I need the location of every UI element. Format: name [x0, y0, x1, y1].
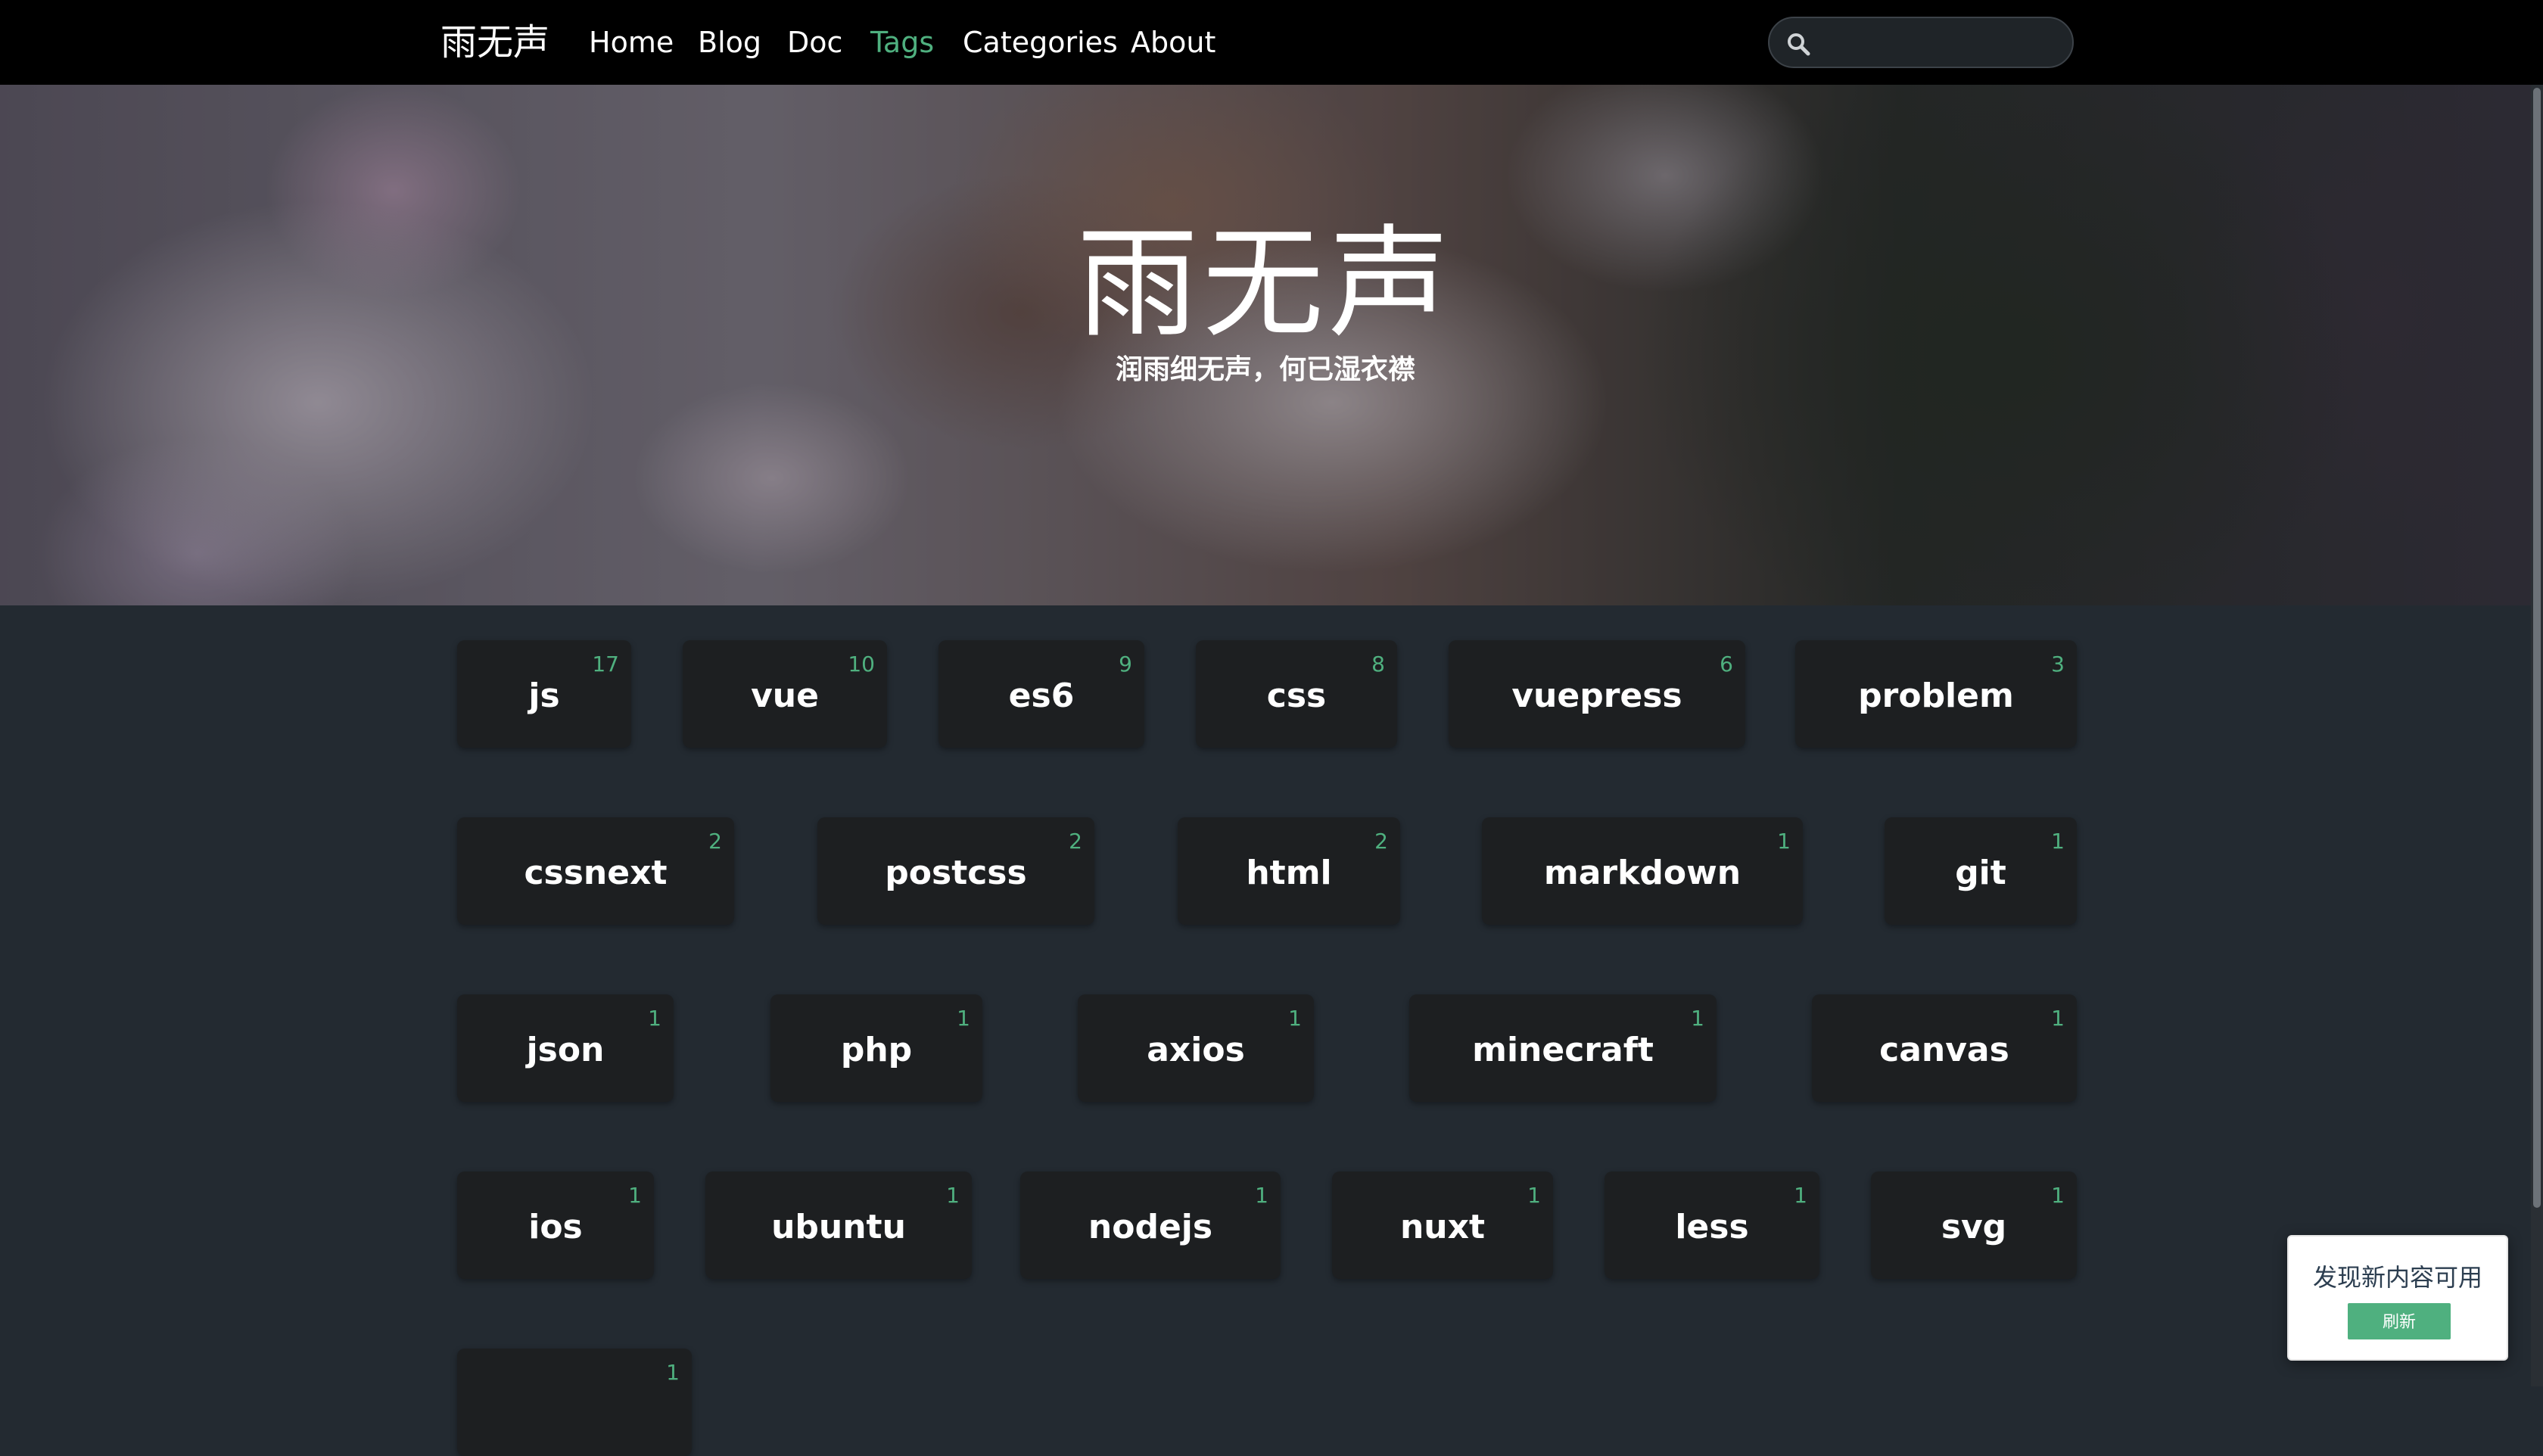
nav-link-home[interactable]: Home: [589, 21, 674, 64]
tag-git[interactable]: 1 git: [1885, 817, 2077, 925]
update-message: 发现新内容可用: [2312, 1263, 2482, 1292]
tag-label: problem: [1858, 677, 2014, 715]
tag-label: markdown: [1543, 854, 1742, 892]
hero-subtitle: 润雨细无声，何已湿衣襟: [1115, 354, 1415, 385]
tag-vuepress[interactable]: 6 vuepress: [1449, 640, 1745, 748]
tag-js[interactable]: 17 js: [457, 640, 631, 748]
tag-label: svg: [1941, 1208, 2007, 1246]
tag-es6[interactable]: 9 es6: [938, 640, 1144, 748]
tag-php[interactable]: 1 php: [770, 994, 982, 1102]
tag-less[interactable]: 1 less: [1605, 1171, 1819, 1279]
tag-html[interactable]: 2 html: [1178, 817, 1400, 925]
tag-label: ubuntu: [771, 1208, 906, 1246]
tag-nuxt[interactable]: 1 nuxt: [1332, 1171, 1553, 1279]
tag-vue[interactable]: 10 vue: [683, 640, 887, 748]
tag-partial[interactable]: 1: [457, 1349, 692, 1456]
tag-canvas[interactable]: 1 canvas: [1812, 994, 2077, 1102]
nav-link-doc[interactable]: Doc: [787, 21, 842, 64]
tag-label: json: [526, 1031, 605, 1069]
tag-label: minecraft: [1472, 1031, 1654, 1069]
tag-label: postcss: [885, 854, 1027, 892]
nav-link-tags[interactable]: Tags: [870, 21, 934, 64]
tag-minecraft[interactable]: 1 minecraft: [1409, 994, 1717, 1102]
scrollbar-thumb[interactable]: [2533, 88, 2541, 1208]
tag-label: git: [1955, 854, 2006, 892]
nav-link-about[interactable]: About: [1131, 21, 1215, 64]
tag-postcss[interactable]: 2 postcss: [817, 817, 1094, 925]
tag-ubuntu[interactable]: 1 ubuntu: [705, 1171, 972, 1279]
search-box[interactable]: [1768, 17, 2074, 68]
tag-problem[interactable]: 3 problem: [1795, 640, 2077, 748]
search-icon: [1788, 33, 1810, 56]
site-brand[interactable]: 雨无声: [440, 18, 549, 67]
tag-cssnext[interactable]: 2 cssnext: [457, 817, 734, 925]
tag-count: 1: [666, 1360, 680, 1385]
navbar: 雨无声 Home Blog Doc Tags Categories About: [0, 0, 2543, 85]
tag-axios[interactable]: 1 axios: [1078, 994, 1314, 1102]
tag-label: vue: [751, 677, 819, 715]
tag-css[interactable]: 8 css: [1196, 640, 1397, 748]
tag-label: cssnext: [524, 854, 668, 892]
hero-title: 雨无声: [1076, 213, 1454, 354]
tag-ios[interactable]: 1 ios: [457, 1171, 654, 1279]
search-input[interactable]: [1818, 24, 2063, 62]
tag-label: axios: [1147, 1031, 1245, 1069]
hero-banner: 雨无声 润雨细无声，何已湿衣襟: [0, 85, 2531, 605]
page-scrollbar[interactable]: [2531, 0, 2543, 1386]
nav-link-blog[interactable]: Blog: [698, 21, 761, 64]
refresh-button[interactable]: 刷新: [2348, 1303, 2451, 1339]
tag-label: less: [1675, 1208, 1749, 1246]
tag-nodejs[interactable]: 1 nodejs: [1020, 1171, 1281, 1279]
tag-label: nodejs: [1088, 1208, 1213, 1246]
tag-label: php: [840, 1031, 913, 1069]
tag-cloud: 17 js 10 vue 9 es6 8 css 6 vuepress 3 pr…: [0, 605, 2531, 1456]
tag-markdown[interactable]: 1 markdown: [1482, 817, 1803, 925]
tag-label: nuxt: [1399, 1208, 1486, 1246]
tag-label: js: [528, 677, 560, 715]
tag-label: es6: [1008, 677, 1075, 715]
nav-link-categories[interactable]: Categories: [963, 21, 1118, 64]
tag-svg[interactable]: 1 svg: [1871, 1171, 2077, 1279]
tag-label: ios: [528, 1208, 583, 1246]
tag-label: css: [1266, 677, 1327, 715]
tag-label: canvas: [1879, 1031, 2009, 1069]
tag-label: vuepress: [1511, 677, 1682, 715]
update-notification: 发现新内容可用 刷新: [2287, 1235, 2508, 1361]
tag-json[interactable]: 1 json: [457, 994, 674, 1102]
tag-label: html: [1246, 854, 1332, 892]
